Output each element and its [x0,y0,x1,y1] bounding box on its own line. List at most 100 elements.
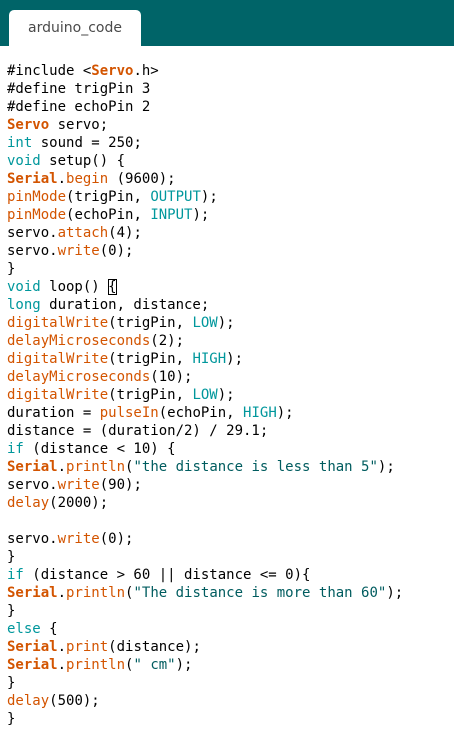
code-token: if [7,441,24,457]
code-line: } [7,674,403,692]
code-token: (trigPin, [108,315,193,331]
code-line: delay(500); [7,692,403,710]
code-token: servo. [7,225,58,241]
code-line: duration = pulseIn(echoPin, HIGH); [7,404,403,422]
code-token: (4); [108,225,142,241]
code-token: . [57,459,67,475]
code-token: servo. [7,477,58,493]
code-token: (500); [49,693,100,709]
code-token: digitalWrite [7,387,109,403]
code-token: int [7,135,33,151]
code-token: servo; [49,117,109,133]
code-token: (distance < 10) { [23,441,176,457]
code-token: #define trigPin 3 [7,81,151,97]
code-token: . [57,171,67,187]
code-token: (trigPin, [66,189,151,205]
code-token: (distance > 60 || distance <= 0){ [23,567,311,583]
code-token: Serial [7,585,58,601]
code-line: if (distance < 10) { [7,440,403,458]
code-token: delay [7,693,50,709]
code-token: (0); [99,531,134,547]
code-line: } [7,602,403,620]
code-token: ); [192,207,210,223]
code-line: #include <Servo.h> [7,62,403,80]
code-line: } [7,548,403,566]
code-line: delay(2000); [7,494,403,512]
code-line: #define trigPin 3 [7,80,403,98]
code-token: Serial [7,657,58,673]
code-line: delayMicroseconds(10); [7,368,403,386]
code-line: pinMode(trigPin, OUTPUT); [7,188,403,206]
code-token: } [7,711,16,727]
code-token: setup() { [40,153,126,169]
code-token: else [7,621,41,637]
code-line: if (distance > 60 || distance <= 0){ [7,566,403,584]
code-line: } [7,710,403,728]
code-line: pinMode(echoPin, INPUT); [7,206,403,224]
code-token: servo. [7,531,58,547]
code-line: else { [7,620,403,638]
code-token: OUTPUT [150,189,201,205]
code-line: Serial.begin (9600); [7,170,403,188]
code-token: Serial [7,639,58,655]
code-token: "The distance is more than 60" [133,585,387,601]
code-token: print [66,639,109,655]
code-token: . [57,585,67,601]
code-token: long [7,297,41,313]
code-token: } [7,261,16,277]
code-token: . [57,639,67,655]
code-token: attach [57,225,109,241]
code-line: Serial.println("The distance is more tha… [7,584,403,602]
code-token: (2000); [49,495,109,511]
code-line: } [7,260,403,278]
code-token: } [7,675,16,691]
code-token: (echoPin, [66,207,151,223]
code-editor[interactable]: #include <Servo.h> #define trigPin 3 #defi… [0,46,454,742]
code-token: . [57,657,67,673]
code-token: #define echoPin 2 [7,99,151,115]
code-line: #define echoPin 2 [7,98,403,116]
code-token: servo. [7,243,58,259]
code-token: (10); [150,369,193,385]
code-token: ); [175,657,193,673]
tab-arduino-code[interactable]: arduino_code [9,10,141,46]
code-token: " cm" [133,657,176,673]
tab-bar: arduino_code [0,0,454,46]
code-token: digitalWrite [7,351,109,367]
code-token: ); [377,459,395,475]
code-token: loop() [40,279,109,295]
code-token: write [57,477,100,493]
code-token: write [57,243,100,259]
code-line: long duration, distance; [7,296,403,314]
code-token: pinMode [7,207,67,223]
code-token: HIGH [192,351,227,367]
code-token: (0); [99,243,134,259]
code-line: digitalWrite(trigPin, LOW); [7,386,403,404]
code-line: servo.write(0); [7,242,403,260]
code-token: duration, distance; [40,297,210,313]
code-token: write [57,531,100,547]
code-token: LOW [192,315,218,331]
code-token: delay [7,495,50,511]
code-token: delayMicroseconds [7,369,151,385]
code-token: } [7,549,16,565]
code-token: (9600); [108,171,176,187]
code-token: .h> [133,63,159,79]
code-token: (90); [99,477,142,493]
code-token: println [66,657,126,673]
code-token: (echoPin, [158,405,244,421]
code-token: (distance); [108,639,201,655]
code-token: #include < [7,63,92,79]
code-token: LOW [192,387,218,403]
code-line: void loop() { [7,278,403,296]
code-line: delayMicroseconds(2); [7,332,403,350]
code-token: Serial [7,171,58,187]
code-text[interactable]: #include <Servo.h> #define trigPin 3 #defi… [7,62,403,728]
code-token: ); [226,351,244,367]
code-token: INPUT [150,207,193,223]
code-token: void [7,279,41,295]
code-line: void setup() { [7,152,403,170]
code-token: if [7,567,24,583]
code-token: println [66,459,126,475]
code-line: ​ [7,512,403,530]
